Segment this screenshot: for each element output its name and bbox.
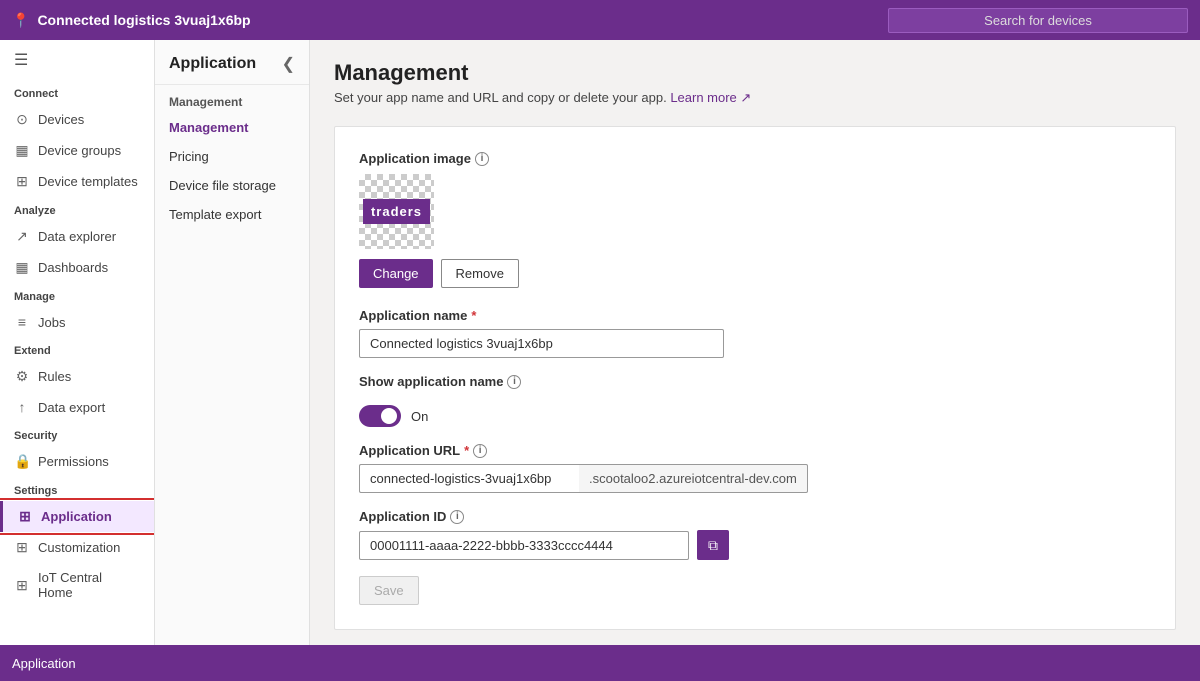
section-settings: Settings <box>0 477 154 501</box>
learn-more-link[interactable]: Learn more ↗ <box>670 90 751 105</box>
app-name-label: Application name * <box>359 308 1151 323</box>
rules-icon: ⚙ <box>14 368 30 385</box>
sidebar: ☰ Connect ⊙ Devices ▦ Device groups ⊞ De… <box>0 40 155 645</box>
pin-icon: 📍 <box>12 12 29 29</box>
mid-item-device-file-storage[interactable]: Device file storage <box>155 171 309 200</box>
sidebar-item-data-explorer[interactable]: ↗ Data explorer <box>0 221 154 252</box>
url-suffix: .scootaloo2.azureiotcentral-dev.com <box>579 464 808 493</box>
copy-id-button[interactable]: ⧉ <box>697 530 729 560</box>
show-app-name-label: Show application name i <box>359 374 521 389</box>
mid-item-template-export[interactable]: Template export <box>155 200 309 229</box>
sidebar-item-rules[interactable]: ⚙ Rules <box>0 361 154 392</box>
sidebar-item-device-groups[interactable]: ▦ Device groups <box>0 135 154 166</box>
sidebar-item-application[interactable]: ⊞ Application <box>0 501 154 532</box>
bottom-app-label: Application <box>12 656 76 671</box>
sidebar-item-dashboards[interactable]: ▦ Dashboards <box>0 252 154 283</box>
remove-image-button[interactable]: Remove <box>441 259 519 288</box>
application-icon: ⊞ <box>17 508 33 525</box>
sidebar-item-application-label: Application <box>41 509 112 524</box>
app-name-group: Application name * <box>359 308 1151 358</box>
app-image-info-icon[interactable]: i <box>475 152 489 166</box>
page-subtitle: Set your app name and URL and copy or de… <box>334 90 1176 106</box>
topbar: 📍 Connected logistics 3vuaj1x6bp Search … <box>0 0 1200 40</box>
app-title: 📍 Connected logistics 3vuaj1x6bp <box>12 12 888 29</box>
toggle-state-label: On <box>411 409 428 424</box>
permissions-icon: 🔒 <box>14 453 30 470</box>
app-name-toggle[interactable] <box>359 405 401 427</box>
show-app-name-info-icon[interactable]: i <box>507 375 521 389</box>
app-url-input[interactable] <box>359 464 579 493</box>
sidebar-item-data-explorer-label: Data explorer <box>38 229 116 244</box>
mid-panel-header: Application ❮ <box>155 40 309 85</box>
sidebar-item-dashboards-label: Dashboards <box>38 260 108 275</box>
devices-icon: ⊙ <box>14 111 30 128</box>
section-connect: Connect <box>0 80 154 104</box>
image-buttons: Change Remove <box>359 259 1151 288</box>
mid-panel-title: Application <box>169 55 256 73</box>
app-id-input <box>359 531 689 560</box>
app-title-text: Connected logistics 3vuaj1x6bp <box>37 12 250 28</box>
app-url-group: Application URL * i .scootaloo2.azureiot… <box>359 443 1151 493</box>
sidebar-item-jobs-label: Jobs <box>38 315 65 330</box>
app-image-label: Application image i <box>359 151 1151 166</box>
search-placeholder: Search for devices <box>984 13 1092 28</box>
app-id-row: ⧉ <box>359 530 1151 560</box>
app-image-section: Application image i traders Change Remov… <box>359 151 1151 288</box>
app-name-input[interactable] <box>359 329 724 358</box>
iot-central-home-icon: ⊞ <box>14 577 30 594</box>
sidebar-item-device-groups-label: Device groups <box>38 143 121 158</box>
sidebar-item-iot-central-home[interactable]: ⊞ IoT Central Home <box>0 563 154 607</box>
section-manage: Manage <box>0 283 154 307</box>
page-title: Management <box>334 60 1176 86</box>
sidebar-item-device-templates-label: Device templates <box>38 174 138 189</box>
app-id-group: Application ID i ⧉ <box>359 509 1151 560</box>
sidebar-item-customization-label: Customization <box>38 540 120 555</box>
bottom-bar: Application <box>0 645 1200 681</box>
section-analyze: Analyze <box>0 197 154 221</box>
app-url-label: Application URL * i <box>359 443 1151 458</box>
sidebar-item-permissions-label: Permissions <box>38 454 109 469</box>
sidebar-item-devices-label: Devices <box>38 112 84 127</box>
close-panel-button[interactable]: ❮ <box>282 54 295 74</box>
search-bar[interactable]: Search for devices <box>888 8 1188 33</box>
subtitle-text: Set your app name and URL and copy or de… <box>334 90 667 105</box>
jobs-icon: ≡ <box>14 314 30 330</box>
sidebar-item-customization[interactable]: ⊞ Customization <box>0 532 154 563</box>
mid-item-pricing[interactable]: Pricing <box>155 142 309 171</box>
data-explorer-icon: ↗ <box>14 228 30 245</box>
section-security: Security <box>0 422 154 446</box>
sidebar-item-permissions[interactable]: 🔒 Permissions <box>0 446 154 477</box>
management-card: Application image i traders Change Remov… <box>334 126 1176 630</box>
device-templates-icon: ⊞ <box>14 173 30 190</box>
change-image-button[interactable]: Change <box>359 259 433 288</box>
sidebar-item-data-export-label: Data export <box>38 400 105 415</box>
app-url-info-icon[interactable]: i <box>473 444 487 458</box>
mid-section-management: Management <box>155 85 309 113</box>
toggle-row: On <box>359 405 1151 427</box>
sidebar-item-jobs[interactable]: ≡ Jobs <box>0 307 154 337</box>
app-image-container: traders <box>359 174 434 249</box>
main-content: Management Set your app name and URL and… <box>310 40 1200 645</box>
url-row: .scootaloo2.azureiotcentral-dev.com <box>359 464 1151 493</box>
main-layout: ☰ Connect ⊙ Devices ▦ Device groups ⊞ De… <box>0 40 1200 645</box>
sidebar-item-data-export[interactable]: ↑ Data export <box>0 392 154 422</box>
sidebar-item-rules-label: Rules <box>38 369 71 384</box>
hamburger-menu[interactable]: ☰ <box>0 40 154 80</box>
toggle-knob <box>381 408 397 424</box>
device-groups-icon: ▦ <box>14 142 30 159</box>
mid-panel: Application ❮ Management Management Pric… <box>155 40 310 645</box>
sidebar-item-iot-central-home-label: IoT Central Home <box>38 570 140 600</box>
customization-icon: ⊞ <box>14 539 30 556</box>
sidebar-item-devices[interactable]: ⊙ Devices <box>0 104 154 135</box>
data-export-icon: ↑ <box>14 399 30 415</box>
app-id-info-icon[interactable]: i <box>450 510 464 524</box>
sidebar-item-device-templates[interactable]: ⊞ Device templates <box>0 166 154 197</box>
save-button[interactable]: Save <box>359 576 419 605</box>
dashboards-icon: ▦ <box>14 259 30 276</box>
traders-logo: traders <box>363 199 430 224</box>
show-app-name-row: Show application name i <box>359 374 1151 389</box>
app-id-label: Application ID i <box>359 509 1151 524</box>
mid-item-management[interactable]: Management <box>155 113 309 142</box>
section-extend: Extend <box>0 337 154 361</box>
